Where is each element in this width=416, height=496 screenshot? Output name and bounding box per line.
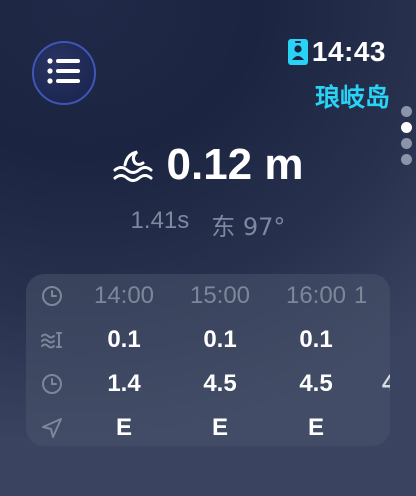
menu-button[interactable] — [32, 41, 96, 105]
navigation-arrow-icon — [40, 416, 64, 440]
forecast-direction: E — [211, 414, 228, 441]
wave-period: 1.41s — [130, 207, 190, 234]
wave-height-value: 0.12 m — [166, 140, 304, 189]
table-row-period: 1.4 4.5 4.5 4 — [26, 362, 390, 406]
wave-icon — [113, 148, 153, 182]
forecast-period: 4.5 — [299, 370, 333, 397]
forecast-time: 16:00 — [285, 282, 347, 309]
forecast-period: 1.4 — [107, 370, 141, 397]
status-clock: 14:43 — [287, 36, 386, 68]
clock-icon — [40, 284, 64, 308]
location-name[interactable]: 琅岐岛 — [315, 78, 390, 114]
wave-details: 1.41s 东 97° — [0, 207, 416, 242]
clock-icon — [40, 372, 64, 396]
wave-height-icon — [40, 328, 64, 352]
page-dot-active — [401, 122, 412, 133]
current-wave-height: 0.12 m — [0, 140, 416, 190]
wave-direction: 东 97° — [211, 213, 286, 241]
forecast-direction: E — [307, 414, 324, 441]
forecast-time: 14:00 — [93, 282, 155, 309]
forecast-period: 4 — [382, 370, 390, 397]
table-row-height: 0.1 0.1 0.1 — [26, 318, 390, 362]
table-row-time: 14:00 15:00 16:00 1 — [26, 274, 390, 318]
forecast-time: 1 — [354, 282, 368, 309]
clock-time: 14:43 — [311, 36, 386, 67]
list-icon — [47, 57, 81, 89]
forecast-height: 0.1 — [299, 326, 333, 353]
forecast-time: 15:00 — [189, 282, 251, 309]
forecast-period: 4.5 — [203, 370, 237, 397]
page-dot — [401, 106, 412, 117]
forecast-table[interactable]: 14:00 15:00 16:00 1 0.1 0.1 0.1 1.4 4.5 … — [26, 274, 390, 446]
id-badge-icon — [287, 39, 308, 65]
forecast-height: 0.1 — [107, 326, 141, 353]
forecast-height: 0.1 — [203, 326, 237, 353]
forecast-direction: E — [115, 414, 132, 441]
table-row-direction: E E E — [26, 406, 390, 446]
